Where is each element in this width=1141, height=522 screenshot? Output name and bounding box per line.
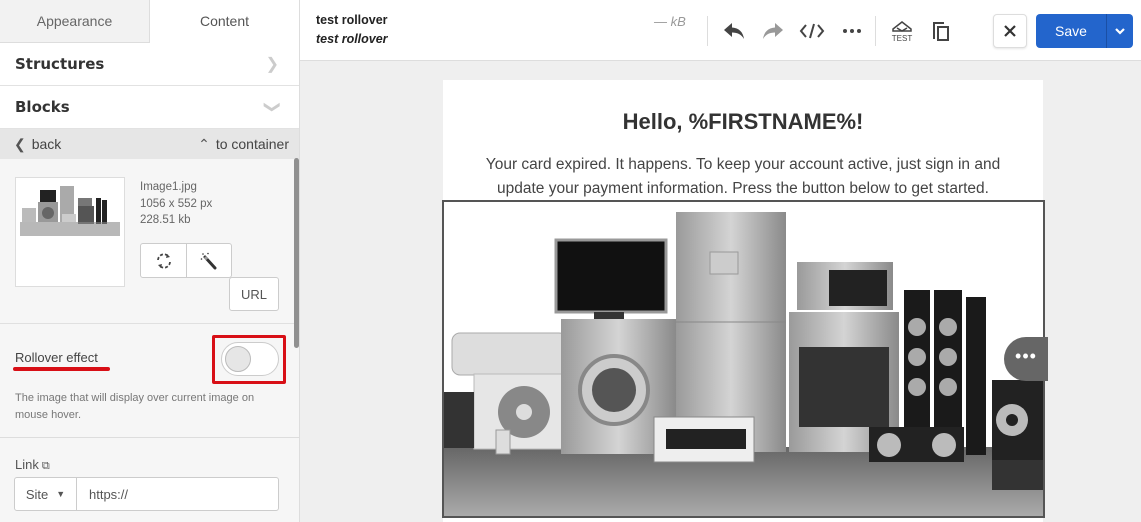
block-options-button[interactable]: ••• xyxy=(1004,337,1048,381)
close-icon xyxy=(1004,25,1016,37)
selected-image-block[interactable] xyxy=(442,200,1045,518)
link-settings: Link ⧉ Site ▼ xyxy=(0,438,299,522)
email-size: — kB xyxy=(654,14,686,29)
tab-appearance[interactable]: Appearance xyxy=(0,0,150,43)
magic-wand-icon xyxy=(200,252,217,269)
tab-content[interactable]: Content xyxy=(150,0,299,43)
blocks-label: Blocks xyxy=(15,98,70,116)
rollover-effect-label: Rollover effect xyxy=(15,350,98,365)
back-label: back xyxy=(31,135,62,152)
to-container-label: to container xyxy=(215,135,289,152)
settings-sidebar: Appearance Content Structures ❯ Blocks ❯… xyxy=(0,0,300,522)
copy-button[interactable] xyxy=(925,16,957,46)
structures-section[interactable]: Structures ❯ xyxy=(0,43,299,86)
redo-button[interactable] xyxy=(757,16,789,46)
test-email-icon: TEST xyxy=(892,21,913,43)
link-label: Link xyxy=(15,457,39,472)
image-dimensions: 1056 x 552 px xyxy=(140,197,213,210)
back-button[interactable]: ❮ back xyxy=(14,136,61,153)
block-navigation: ❮ back ⌃ to container xyxy=(0,129,299,159)
save-button[interactable]: Save xyxy=(1036,14,1106,48)
chevron-left-icon: ❮ xyxy=(14,135,26,152)
link-label-row: Link ⧉ xyxy=(15,457,50,473)
image-filename: Image1.jpg xyxy=(140,181,197,193)
save-options-dropdown[interactable] xyxy=(1106,14,1133,48)
image-filesize: 228.51 kb xyxy=(140,214,191,226)
redo-icon xyxy=(763,23,783,39)
email-subject[interactable]: test rollover xyxy=(316,32,388,46)
toolbar-divider xyxy=(707,16,708,46)
chevron-down-icon xyxy=(1115,28,1125,35)
code-icon xyxy=(799,23,825,39)
email-name[interactable]: test rollover xyxy=(316,13,388,27)
to-container-button[interactable]: ⌃ to container xyxy=(198,136,289,153)
edit-image-button[interactable] xyxy=(186,244,231,277)
chevron-up-icon: ⌃ xyxy=(198,135,210,152)
link-field-group: Site ▼ xyxy=(14,477,279,511)
copy-icon xyxy=(933,22,949,41)
close-button[interactable] xyxy=(993,14,1027,48)
undo-icon xyxy=(724,23,744,39)
blocks-section[interactable]: Blocks ❯ xyxy=(0,86,299,129)
toolbar-divider xyxy=(875,16,876,46)
appliances-image xyxy=(444,202,1043,516)
structures-label: Structures xyxy=(15,55,105,73)
email-body-text[interactable]: Your card expired. It happens. To keep y… xyxy=(463,153,1023,201)
image-thumbnail[interactable] xyxy=(15,177,125,287)
image-url-button[interactable]: URL xyxy=(229,277,279,311)
code-view-button[interactable] xyxy=(796,16,828,46)
save-button-group: Save xyxy=(1036,14,1133,48)
image-settings: Image1.jpg 1056 x 552 px 228.51 kb URL xyxy=(0,159,299,324)
link-type-value: Site xyxy=(25,486,49,502)
refresh-icon xyxy=(156,252,171,269)
annotation-underline xyxy=(13,367,110,371)
rollover-effect-description: The image that will display over current… xyxy=(15,392,255,421)
rollover-settings: Rollover effect The image that will disp… xyxy=(0,324,299,438)
undo-button[interactable] xyxy=(718,16,750,46)
sidebar-scrollbar[interactable] xyxy=(294,158,299,348)
email-greeting[interactable]: Hello, %FIRSTNAME%! xyxy=(443,109,1043,135)
more-icon xyxy=(843,29,861,33)
chevron-down-icon: ❯ xyxy=(263,100,281,114)
editor-toolbar: test rollover test rollover — kB TEST Sa… xyxy=(300,0,1141,61)
link-type-select[interactable]: Site ▼ xyxy=(15,478,77,510)
annotation-highlight-box xyxy=(212,335,286,384)
image-info: Image1.jpg 1056 x 552 px 228.51 kb xyxy=(140,179,212,229)
replace-image-button[interactable] xyxy=(141,244,186,277)
more-icon: ••• xyxy=(1015,346,1037,366)
appliances-thumbnail-icon xyxy=(20,184,120,239)
caret-down-icon: ▼ xyxy=(56,489,66,499)
link-copy-icon[interactable]: ⧉ xyxy=(42,460,50,472)
image-actions xyxy=(140,243,232,278)
chevron-right-icon: ❯ xyxy=(265,56,279,73)
send-test-button[interactable]: TEST xyxy=(886,16,918,46)
link-url-input[interactable] xyxy=(77,478,278,510)
sidebar-tabs: Appearance Content xyxy=(0,0,299,43)
more-options-button[interactable] xyxy=(836,16,868,46)
test-label: TEST xyxy=(892,34,913,43)
